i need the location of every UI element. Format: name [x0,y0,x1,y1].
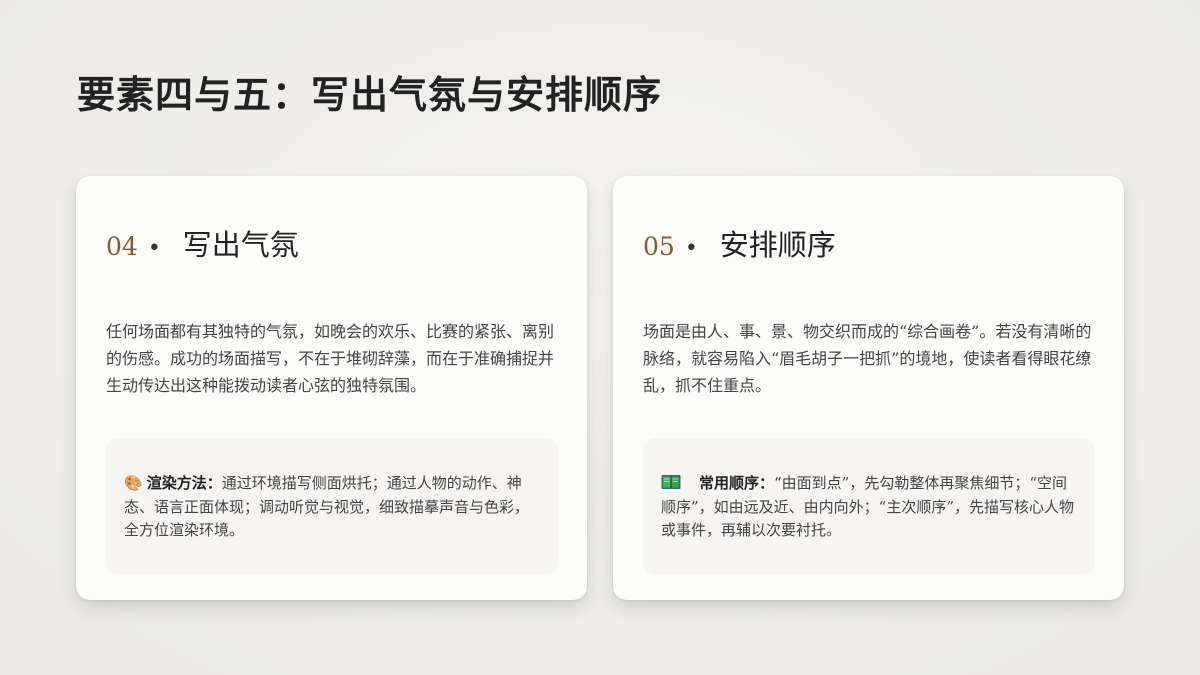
card-body-text: 任何场面都有其独特的气氛，如晚会的欢乐、比赛的紧张、离别的伤感。成功的场面描写，… [106,322,555,395]
note-label: 渲染方法： [146,474,222,492]
page-title: 要素四与五：写出气氛与安排顺序 [77,72,663,117]
bullet-dot: • [684,236,698,261]
palette-icon: 🎨 [124,474,143,492]
card-header: 05 • 安排顺序 [643,222,836,264]
book-icon [661,475,681,489]
bullet-dot: • [147,236,161,261]
card-sequence: 05 • 安排顺序 场面是由人、事、景、物交织而成的“综合画卷”。若没有清晰的脉… [613,176,1124,600]
card-number: 05 [643,232,675,261]
card-body-text: 场面是由人、事、景、物交织而成的“综合画卷”。若没有清晰的脉络，就容易陷入“眉毛… [643,322,1092,395]
note-label: 常用顺序： [699,474,775,492]
card-number: 04 [106,232,138,261]
card-atmosphere: 04 • 写出气氛 任何场面都有其独特的气氛，如晚会的欢乐、比赛的紧张、离别的伤… [76,176,587,600]
card-title: 写出气氛 [182,228,299,262]
card-header: 04 • 写出气氛 [106,222,299,264]
card-title: 安排顺序 [719,228,836,262]
card-note-box: 🎨 渲染方法：通过环境描写侧面烘托；通过人物的动作、神态、语言正面体现；调动听觉与… [106,438,558,574]
card-note-box: 常用顺序：“由面到点”，先勾勒整体再聚焦细节；“空间顺序”，如由远及近、由内向外… [643,438,1095,574]
